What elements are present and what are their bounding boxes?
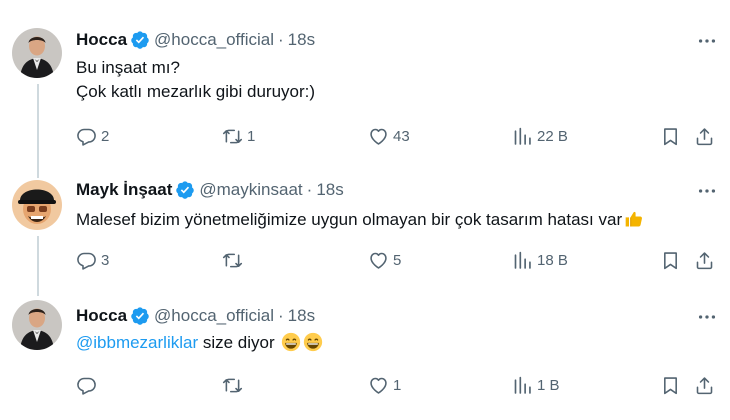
reply-count: 2 [101,127,110,145]
retweet-button[interactable] [222,374,247,396]
reply-icon [76,126,97,147]
more-options-icon[interactable] [696,180,718,202]
tweet-text-content: size diyor [198,333,275,352]
tweet-header: Hocca @hocca_official · 18s [76,305,315,327]
like-count: 43 [393,127,410,145]
more-options-icon[interactable] [696,306,718,328]
share-icon [694,375,715,396]
separator: · [278,30,284,49]
share-button[interactable] [694,125,715,147]
grinning-face-emoji-icon [281,332,301,352]
share-button[interactable] [694,374,715,396]
view-count: 22 B [537,127,568,145]
like-count: 1 [393,376,402,394]
view-count: 1 B [537,376,560,394]
views-button[interactable]: 18 B [512,249,568,271]
tweet[interactable]: Hocca @hocca_official · 18s @ibbmezarlik… [0,290,730,420]
reply-button[interactable] [76,374,101,396]
verified-badge-icon [130,30,150,50]
view-count: 18 B [537,251,568,269]
heart-icon [368,375,389,396]
retweet-button[interactable] [222,249,247,271]
like-button[interactable]: 1 [368,374,401,396]
user-handle[interactable]: @hocca_official [154,30,274,50]
display-name[interactable]: Hocca [76,306,127,326]
mention-link[interactable]: @ibbmezarliklar [76,333,198,352]
views-button[interactable]: 22 B [512,125,568,147]
more-options-icon[interactable] [696,30,718,52]
tweet-text-content: Malesef bizim yönetmeliğimize uygun olma… [76,210,623,229]
bookmark-icon [660,250,681,271]
tweet-header: Mayk İnşaat @maykinsaat · 18s [76,179,344,201]
retweet-count: 1 [247,127,256,145]
tweet-header: Hocca @hocca_official · 18s [76,29,315,51]
views-icon [512,375,533,396]
thumbs-up-emoji-icon [624,209,644,229]
tweet-text: Malesef bizim yönetmeliğimize uygun olma… [76,208,644,232]
avatar[interactable] [12,28,62,78]
bookmark-button[interactable] [660,249,681,271]
retweet-button[interactable]: 1 [222,125,255,147]
retweet-icon [222,375,243,396]
separator: · [306,180,313,199]
bookmark-icon [660,126,681,147]
bookmark-icon [660,375,681,396]
bookmark-button[interactable] [660,374,681,396]
display-name[interactable]: Hocca [76,30,127,50]
retweet-icon [222,126,243,147]
verified-badge-icon [130,306,150,326]
like-button[interactable]: 43 [368,125,410,147]
reply-icon [76,375,97,396]
reply-button[interactable]: 3 [76,249,109,271]
timestamp[interactable]: 18s [288,306,315,326]
tweet-text: @ibbmezarliklar size diyor [76,331,323,355]
like-count: 5 [393,251,402,269]
share-icon [694,126,715,147]
reply-button[interactable]: 2 [76,125,109,147]
views-button[interactable]: 1 B [512,374,560,396]
avatar[interactable] [12,180,62,230]
share-button[interactable] [694,249,715,271]
heart-icon [368,250,389,271]
tweet[interactable]: Mayk İnşaat @maykinsaat · 18s Malesef bi… [0,170,730,290]
tweet[interactable]: Hocca @hocca_official · 18s Bu inşaat mı… [0,0,730,170]
tweet-actions: 3 5 18 B [76,249,716,271]
grinning-face-emoji-icon [303,332,323,352]
tweet-text-line: Çok katlı mezarlık gibi duruyor:) [76,82,316,101]
like-button[interactable]: 5 [368,249,401,271]
separator: · [278,306,284,325]
display-name[interactable]: Mayk İnşaat [76,180,172,200]
tweet-text-line: Bu inşaat mı? [76,58,180,77]
heart-icon [368,126,389,147]
user-handle[interactable]: @hocca_official [154,306,274,326]
reply-icon [76,250,97,271]
bookmark-button[interactable] [660,125,681,147]
tweet-actions: 1 1 B [76,374,716,396]
reply-count: 3 [101,251,110,269]
share-icon [694,250,715,271]
retweet-icon [222,250,243,271]
timestamp[interactable]: 18s [288,30,315,50]
timestamp[interactable]: 18s [316,180,343,200]
views-icon [512,126,533,147]
tweet-text: Bu inşaat mı? Çok katlı mezarlık gibi du… [76,56,315,104]
user-handle[interactable]: @maykinsaat [199,180,302,200]
tweet-actions: 2 1 43 22 B [76,125,716,147]
avatar[interactable] [12,300,62,350]
views-icon [512,250,533,271]
verified-badge-icon [175,180,195,200]
